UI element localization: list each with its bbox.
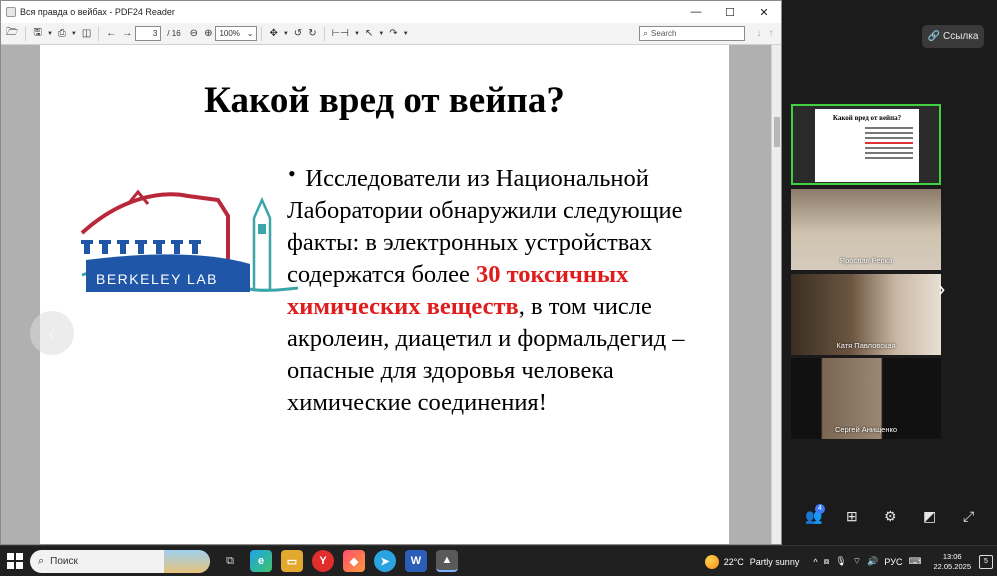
video-conference-panel: 🔗 Ссылка Какой вред от вейпа? Ярослав Реп…	[783, 0, 997, 545]
rotate-left-icon[interactable]: ↺	[291, 25, 305, 43]
input-language[interactable]: РУС	[884, 557, 902, 567]
slide-bullet-text: Исследователи из Национальной Лаборатори…	[287, 163, 687, 419]
pdf24-taskbar-icon[interactable]: ▲	[436, 550, 458, 572]
search-icon: ⌕	[643, 28, 649, 38]
weather-description[interactable]: Partly sunny	[750, 557, 800, 567]
zoom-select[interactable]: 100% ⌄	[215, 26, 258, 41]
microphone-icon[interactable]: 🎙	[835, 556, 846, 567]
participant-name: Катя Павловская	[836, 341, 896, 350]
scrollbar-thumb[interactable]	[774, 117, 780, 147]
search-input[interactable]: ⌕ Search	[639, 26, 745, 41]
yandex-browser-icon[interactable]: Y	[312, 550, 334, 572]
toolbar-divider	[261, 26, 263, 41]
fit-dropdown-chevron-icon[interactable]: ▼	[352, 25, 362, 43]
mini-slide-title: Какой вред от вейпа?	[832, 114, 902, 122]
participant-name: Ярослав Репка	[839, 256, 893, 265]
word-icon[interactable]: W	[405, 550, 427, 572]
maximize-button[interactable]: ☐	[713, 1, 747, 23]
conference-controls: 👥 4 ⊞ ⚙ ◩ ⤢	[783, 502, 997, 532]
sidebar-toggle-icon[interactable]: ◫	[79, 25, 94, 43]
print-icon[interactable]: ⎙	[55, 25, 69, 43]
camera-icon[interactable]: ⧇	[824, 556, 830, 567]
weather-sun-icon[interactable]	[704, 554, 719, 569]
participant-tile-screenshare[interactable]: Какой вред от вейпа?	[791, 104, 941, 185]
notifications-icon[interactable]: 5	[979, 554, 993, 569]
back-arrow-icon[interactable]: ←	[103, 25, 119, 43]
toolbar-divider	[323, 26, 325, 41]
pdf24-app-icon	[6, 7, 16, 17]
participant-name: Сергей Анищенко	[834, 425, 898, 434]
app-icon[interactable]: ◆	[343, 550, 365, 572]
participant-tile[interactable]: Катя Павловская	[791, 274, 941, 355]
participant-tile[interactable]: Сергей Анищенко	[791, 358, 941, 439]
zoom-out-icon[interactable]: ⊖	[187, 25, 201, 43]
keyboard-icon[interactable]: ⌨	[908, 556, 921, 567]
volume-icon[interactable]: 🔊	[867, 556, 878, 567]
gear-icon[interactable]: ⚙	[884, 508, 897, 525]
page-number-input[interactable]: 3	[135, 26, 162, 41]
close-button[interactable]: ✕	[747, 1, 781, 23]
share-arrow-icon[interactable]: ↷	[386, 25, 400, 43]
cursor-dropdown-chevron-icon[interactable]: ▼	[376, 25, 386, 43]
print-dropdown-chevron-icon[interactable]: ▼	[69, 25, 79, 43]
pdf-reader-window: Вся правда о вейбах - PDF24 Reader — ☐ ✕…	[0, 0, 782, 545]
previous-slide-chevron-icon[interactable]: ‹	[30, 311, 74, 355]
file-explorer-icon[interactable]: ▭	[281, 550, 303, 572]
grid-icon[interactable]: ⊞	[846, 508, 858, 525]
rotate-right-icon[interactable]: ↻	[305, 25, 319, 43]
participants-count-badge: 4	[815, 504, 825, 514]
clock[interactable]: 13:06 22.05.2025	[933, 552, 971, 572]
link-button[interactable]: 🔗 Ссылка	[922, 25, 984, 48]
search-down-arrow-icon[interactable]: ↓	[753, 25, 765, 43]
cursor-select-icon[interactable]: ↖	[362, 25, 376, 43]
document-viewport[interactable]: Какой вред от вейпа? BERKELEY LAB • Иссл…	[1, 45, 772, 544]
windows-start-icon[interactable]	[4, 550, 26, 572]
page-total-label: / 16	[167, 29, 181, 38]
window-title: Вся правда о вейбах - PDF24 Reader	[20, 7, 175, 17]
berkeley-lab-logo: BERKELEY LAB	[80, 189, 299, 292]
windows-taskbar: ⌕ Поиск ⧉ e ▭ Y ◆ ➤ W ▲ 22°C Partly sunn…	[0, 545, 997, 576]
next-participants-chevron-icon[interactable]: ›	[938, 276, 945, 302]
participant-tile[interactable]: Ярослав Репка	[791, 189, 941, 270]
desktop: Вся правда о вейбах - PDF24 Reader — ☐ ✕…	[0, 0, 997, 576]
save-dropdown-chevron-icon[interactable]: ▼	[45, 25, 55, 43]
telegram-icon[interactable]: ➤	[374, 550, 396, 572]
pan-move-icon[interactable]: ✥	[266, 25, 280, 43]
screen-share-preview: Какой вред от вейпа?	[815, 109, 919, 182]
pdf-toolbar: 🗁 🖫 ▼ ⎙ ▼ ◫ ← → 3 / 16 ⊖ ⊕ 100% ⌄ ✥ ▼ ↺ ↻…	[1, 23, 781, 45]
logo-label: BERKELEY LAB	[96, 271, 218, 287]
slide-page: Какой вред от вейпа? BERKELEY LAB • Иссл…	[40, 45, 729, 544]
forward-arrow-icon[interactable]: →	[119, 25, 135, 43]
share-screen-icon[interactable]: ◩	[923, 508, 936, 525]
zoom-chevron-down-icon: ⌄	[246, 29, 254, 38]
window-titlebar[interactable]: Вся правда о вейбах - PDF24 Reader — ☐ ✕	[1, 1, 781, 23]
search-up-arrow-icon[interactable]: ↑	[765, 25, 777, 43]
system-tray: 22°C Partly sunny ^ ⧇ 🎙 ⌔ 🔊 РУС ⌨ 13:06 …	[704, 546, 997, 576]
zoom-in-icon[interactable]: ⊕	[201, 25, 215, 43]
clock-date: 22.05.2025	[933, 561, 971, 571]
taskbar-search-input[interactable]: ⌕ Поиск	[30, 549, 210, 573]
pan-dropdown-chevron-icon[interactable]: ▼	[281, 25, 291, 43]
search-icon: ⌕	[38, 554, 45, 567]
minimize-button[interactable]: —	[679, 1, 713, 23]
edge-browser-icon[interactable]: e	[250, 550, 272, 572]
vertical-scrollbar[interactable]	[771, 45, 781, 544]
open-folder-icon[interactable]: 🗁	[3, 25, 21, 43]
tray-chevron-up-icon[interactable]: ^	[813, 557, 817, 567]
weather-temperature[interactable]: 22°C	[724, 557, 744, 567]
network-icon[interactable]: ⌔	[853, 556, 861, 567]
save-icon[interactable]: 🖫	[30, 25, 45, 43]
task-view-icon[interactable]: ⧉	[219, 550, 241, 572]
fullscreen-icon[interactable]: ⤢	[963, 508, 974, 525]
toolbar-divider	[98, 26, 100, 41]
share-dropdown-chevron-icon[interactable]: ▼	[401, 25, 411, 43]
toolbar-divider	[25, 26, 27, 41]
clock-time: 13:06	[942, 551, 962, 561]
slide-title: Какой вред от вейпа?	[204, 80, 565, 121]
mini-slide-lines	[865, 127, 913, 162]
search-highlight-image	[164, 549, 210, 573]
fit-width-icon[interactable]: ⊢⊣	[329, 25, 352, 43]
link-icon: 🔗	[927, 31, 941, 42]
